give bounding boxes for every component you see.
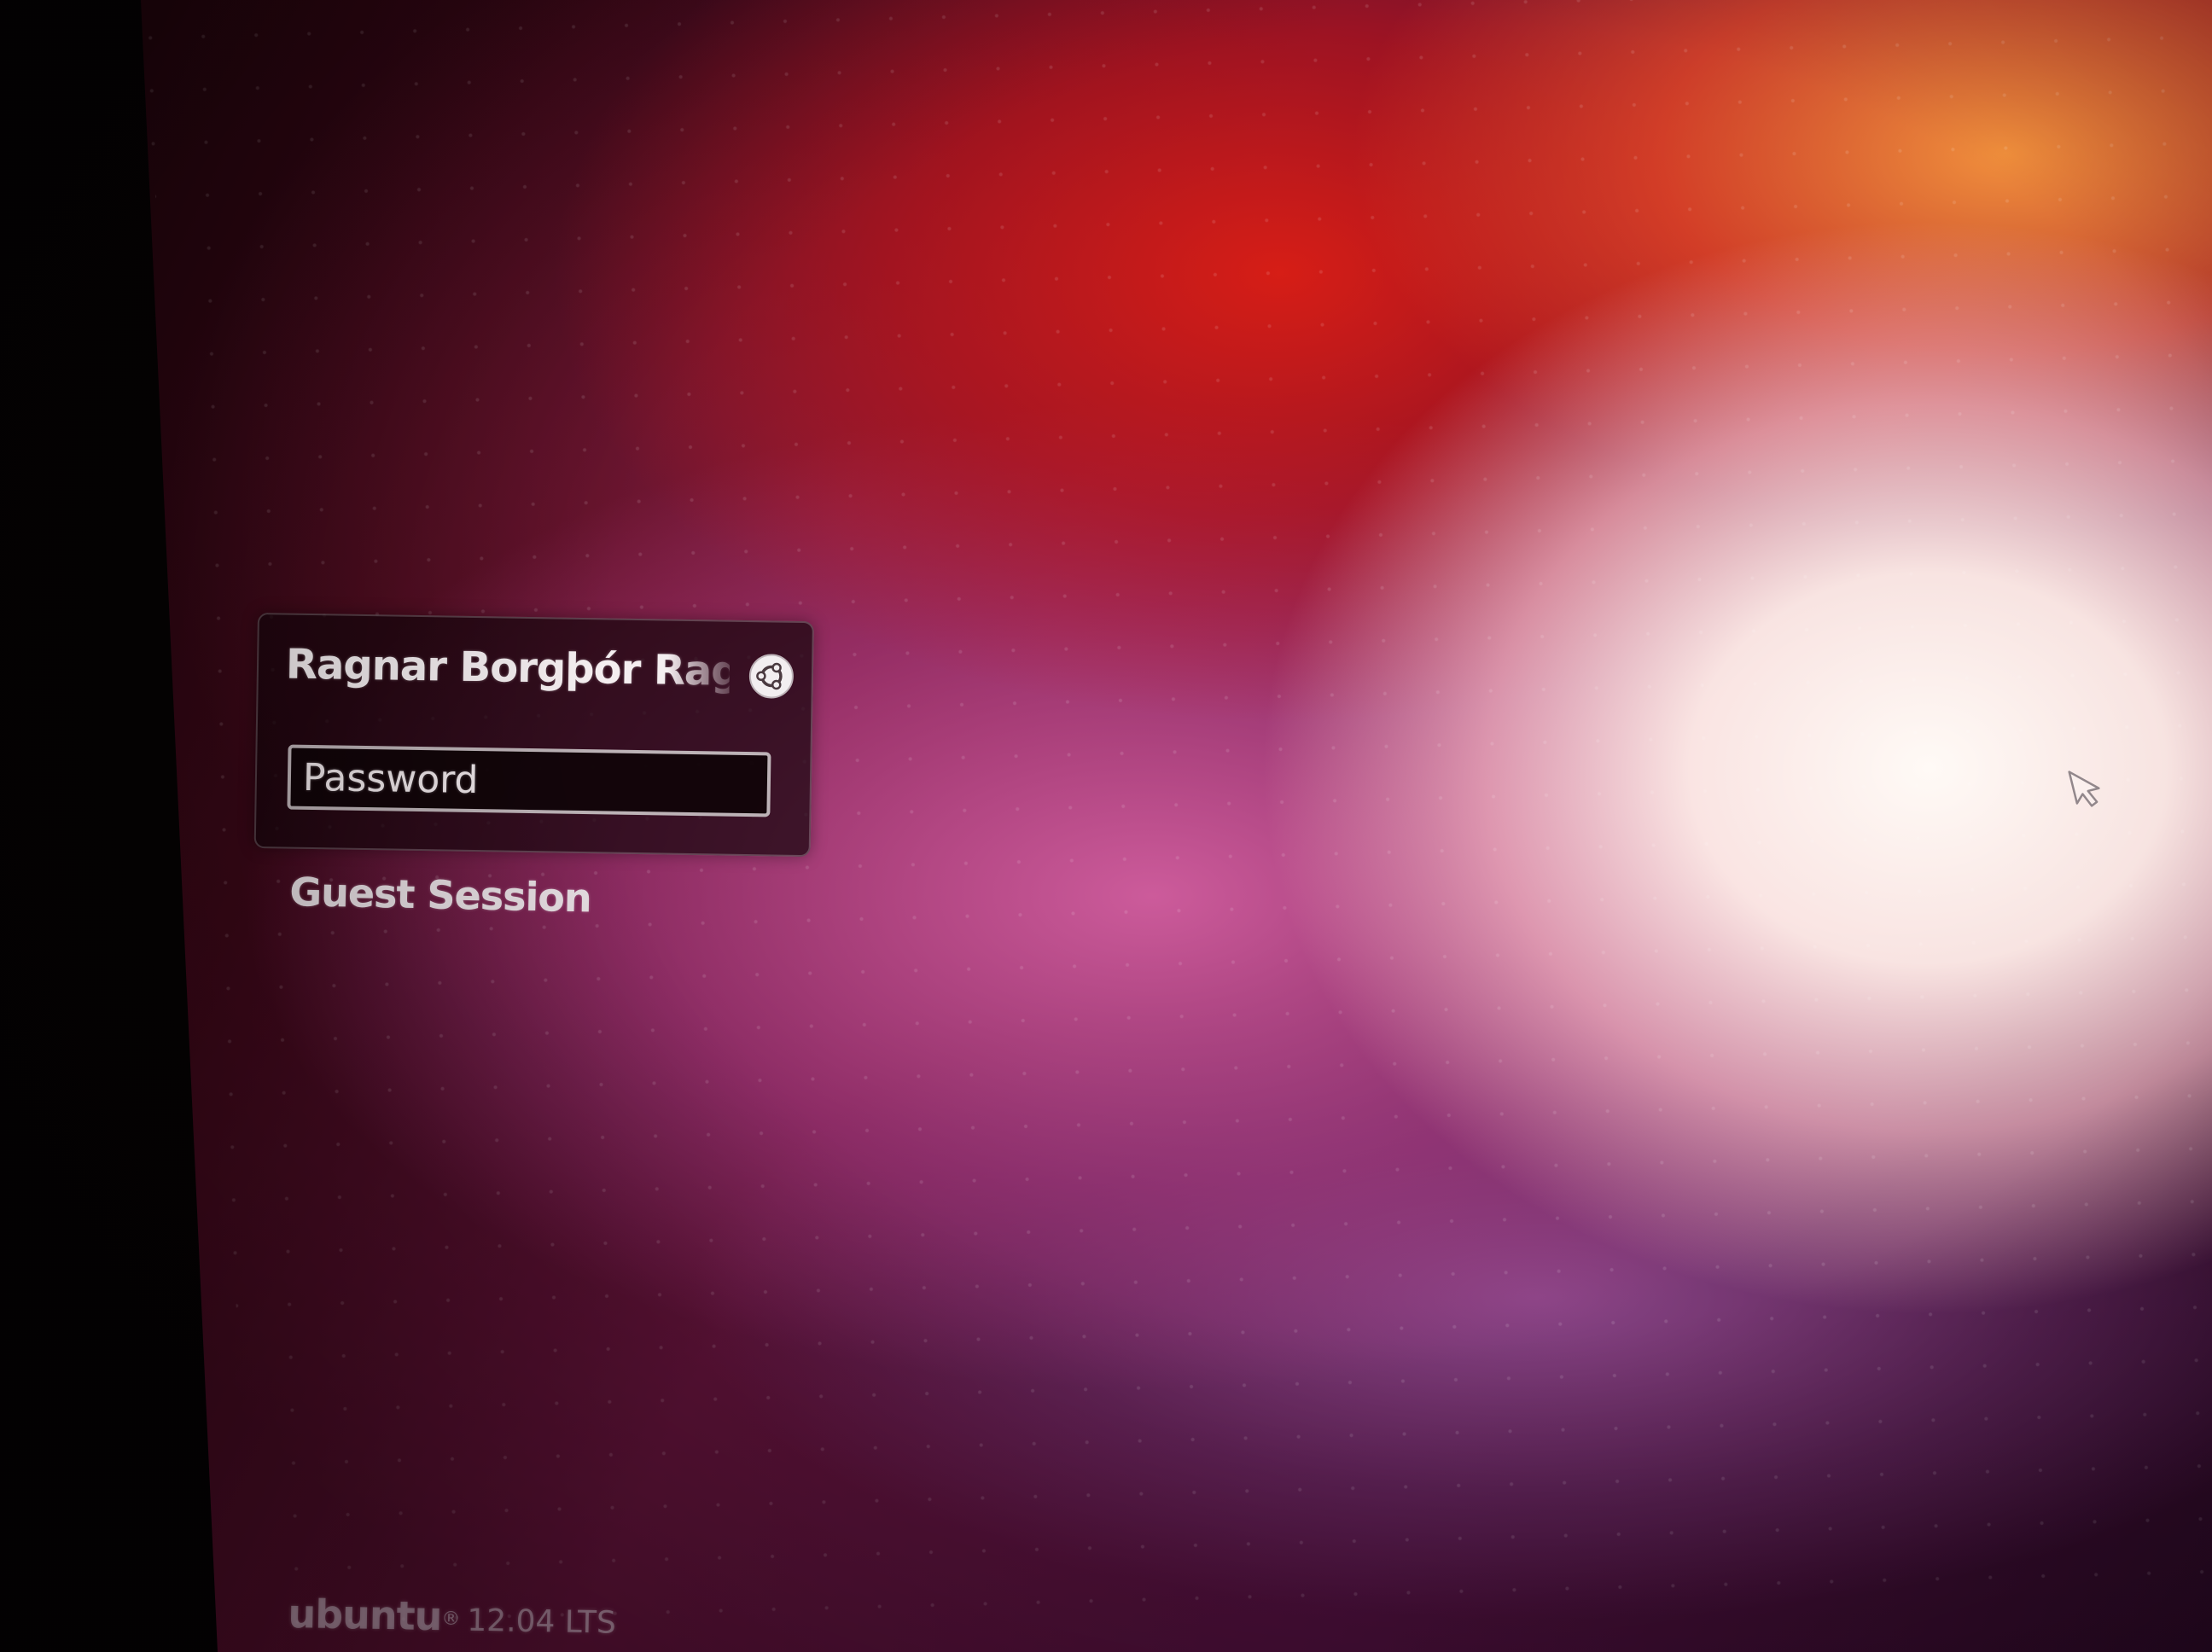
guest-session-option[interactable]: Guest Session bbox=[289, 869, 591, 921]
user-name-label[interactable]: Ragnar Borgþór Ragnarsson bbox=[286, 641, 731, 695]
session-logo-icon bbox=[748, 654, 794, 699]
login-box: Ragnar Borgþór Ragnarsson bbox=[253, 613, 814, 858]
password-field[interactable] bbox=[287, 744, 771, 817]
ubuntu-wordmark: ubuntu bbox=[288, 1591, 442, 1640]
login-screen: Ragnar Borgþór Ragnarsson Guest Session … bbox=[0, 0, 2212, 1652]
ubuntu-session-icon[interactable] bbox=[748, 653, 795, 700]
registered-mark: ® bbox=[441, 1608, 461, 1631]
version-label: 12.04 LTS bbox=[466, 1603, 617, 1641]
ubuntu-version-logo: ubuntu® 12.04 LTS bbox=[288, 1591, 616, 1643]
